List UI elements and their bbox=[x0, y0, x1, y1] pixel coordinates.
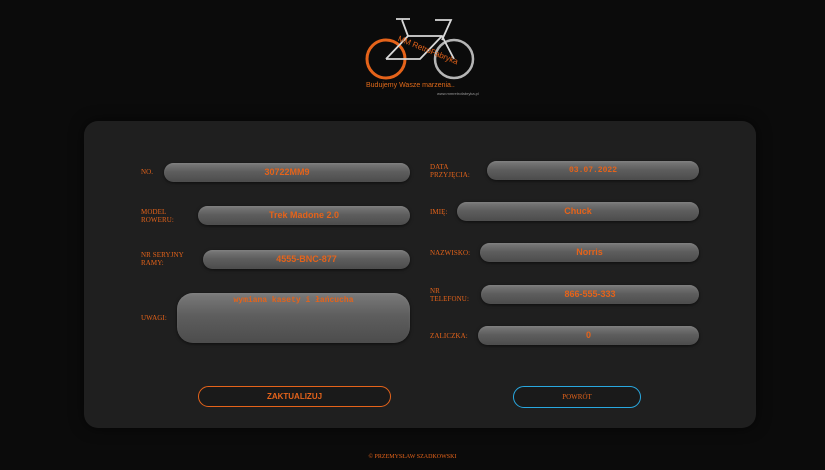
logo-tagline: Budujemy Wasze marzenia.. bbox=[366, 82, 455, 89]
phone-label: NR TELEFONU: bbox=[430, 287, 470, 303]
first-name-field[interactable]: Chuck bbox=[457, 202, 699, 221]
notes-label: UWAGI: bbox=[141, 314, 167, 322]
notes-field[interactable]: wymiana kasety i łańcucha bbox=[177, 293, 410, 343]
model-label: MODEL ROWERU: bbox=[141, 208, 174, 224]
back-button[interactable]: POWRÓT bbox=[513, 386, 641, 408]
order-edit-panel: NO. 30722MM9 MODEL ROWERU: Trek Madone 2… bbox=[84, 121, 756, 428]
serial-label: NR SERYJNY RAMY: bbox=[141, 251, 184, 267]
date-field[interactable]: 03.07.2022 bbox=[487, 161, 699, 180]
first-name-label: IMIĘ: bbox=[430, 208, 448, 216]
phone-field[interactable]: 866-555-333 bbox=[481, 285, 699, 304]
footer-copyright: © PRZEMYSŁAW SZADKOWSKI bbox=[368, 454, 457, 460]
no-field[interactable]: 30722MM9 bbox=[164, 163, 410, 182]
date-label: DATA PRZYJĘCIA: bbox=[430, 163, 470, 179]
logo-url: www.mmretrofabryka.pl bbox=[437, 91, 479, 96]
model-field[interactable]: Trek Madone 2.0 bbox=[198, 206, 410, 225]
serial-field[interactable]: 4555-BNC-877 bbox=[203, 250, 410, 269]
deposit-label: ZALICZKA: bbox=[430, 332, 468, 340]
last-name-field[interactable]: Norris bbox=[480, 243, 699, 262]
update-button[interactable]: ZAKTUALIZUJ bbox=[198, 386, 391, 407]
deposit-field[interactable]: 0 bbox=[478, 326, 699, 345]
no-label: NO. bbox=[141, 168, 154, 176]
last-name-label: NAZWISKO: bbox=[430, 249, 471, 257]
brand-logo: MM RetroFabryka Budujemy Wasze marzenia.… bbox=[350, 10, 490, 100]
